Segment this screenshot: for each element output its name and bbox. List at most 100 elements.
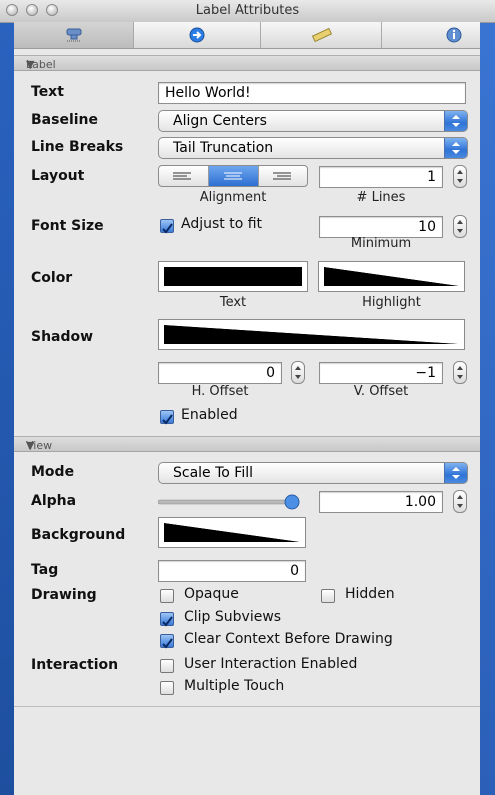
tab-size[interactable] <box>261 22 382 48</box>
alpha-stepper[interactable] <box>453 490 467 513</box>
text-color-caption: Text <box>219 295 247 310</box>
popup-arrows-icon <box>444 111 467 131</box>
align-center-icon <box>224 172 242 180</box>
clear-context-checkbox[interactable] <box>160 634 174 649</box>
window-title: Label Attributes <box>195 3 300 18</box>
alpha-label: Alpha <box>31 493 77 509</box>
view-section-title: View <box>26 439 53 452</box>
lines-field[interactable]: 1 <box>319 166 443 188</box>
label-section-header[interactable]: ▼ Label <box>14 55 480 71</box>
info-icon <box>446 27 462 43</box>
layout-label: Layout <box>31 168 85 184</box>
user-interaction-checkbox[interactable] <box>160 659 174 673</box>
background-label: Background <box>31 527 126 543</box>
attributes-icon <box>66 28 82 42</box>
shadow-enabled-label: Enabled <box>181 407 238 423</box>
baseline-value: Align Centers <box>173 113 267 129</box>
highlight-color-well[interactable] <box>318 261 465 292</box>
adjust-to-fit-label: Adjust to fit <box>181 216 263 232</box>
alpha-field[interactable]: 1.00 <box>319 491 443 513</box>
baseline-label: Baseline <box>31 112 99 128</box>
text-label: Text <box>31 84 64 100</box>
tab-info[interactable] <box>382 22 480 48</box>
inspector-window: Label Attributes ▼ Label Text Hello Worl… <box>0 0 495 795</box>
h-offset-stepper[interactable] <box>291 361 305 384</box>
minimum-stepper[interactable] <box>453 215 467 238</box>
opaque-label: Opaque <box>184 586 239 602</box>
v-offset-stepper[interactable] <box>453 361 467 384</box>
minimum-font-field[interactable]: 10 <box>319 216 443 238</box>
align-left-button[interactable] <box>159 166 209 186</box>
tab-connections[interactable] <box>134 22 261 48</box>
align-right-icon <box>273 172 291 180</box>
label-section-title: Label <box>26 58 56 71</box>
h-offset-field[interactable]: 0 <box>158 362 282 384</box>
v-offset-field[interactable]: −1 <box>319 362 443 384</box>
v-offset-caption: V. Offset <box>353 384 409 399</box>
h-offset-caption: H. Offset <box>191 384 249 399</box>
multiple-touch-checkbox[interactable] <box>160 681 174 695</box>
line-breaks-popup[interactable]: Tail Truncation <box>158 137 468 159</box>
mode-label: Mode <box>31 464 75 480</box>
tag-label: Tag <box>31 562 59 578</box>
opaque-checkbox[interactable] <box>160 589 174 603</box>
checkmark-icon <box>162 414 173 425</box>
text-field[interactable]: Hello World! <box>158 82 466 104</box>
view-section-header[interactable]: ▼ View <box>14 436 480 452</box>
size-ruler-icon <box>311 27 333 43</box>
clip-subviews-checkbox[interactable] <box>160 612 174 627</box>
stepper-arrows-icon <box>457 220 463 233</box>
highlight-color-caption: Highlight <box>362 295 421 310</box>
checkmark-icon <box>162 638 173 649</box>
alpha-slider-knob[interactable] <box>284 494 300 510</box>
lines-stepper[interactable] <box>453 165 467 188</box>
checkmark-icon <box>162 616 173 627</box>
baseline-popup[interactable]: Align Centers <box>158 110 468 132</box>
mode-popup[interactable]: Scale To Fill <box>158 462 468 484</box>
multiple-touch-label: Multiple Touch <box>184 678 285 694</box>
stepper-arrows-icon <box>457 366 463 379</box>
shadow-enabled-checkbox[interactable] <box>160 410 174 425</box>
clip-subviews-label: Clip Subviews <box>184 609 282 625</box>
title-bar[interactable]: Label Attributes <box>0 0 495 23</box>
drawing-label: Drawing <box>31 587 97 603</box>
text-color-swatch <box>164 267 302 286</box>
stepper-arrows-icon <box>295 366 301 379</box>
hidden-checkbox[interactable] <box>321 589 335 603</box>
alignment-segmented-control <box>158 165 308 187</box>
align-left-icon <box>173 172 191 180</box>
shadow-color-swatch <box>164 325 459 344</box>
lines-caption: # Lines <box>356 190 406 205</box>
font-size-label: Font Size <box>31 218 104 234</box>
background-color-well[interactable] <box>158 517 306 548</box>
text-color-well[interactable] <box>158 261 308 292</box>
mode-value: Scale To Fill <box>173 465 254 481</box>
alpha-slider[interactable] <box>158 491 306 513</box>
line-breaks-label: Line Breaks <box>31 139 124 155</box>
shadow-label: Shadow <box>31 329 94 345</box>
user-interaction-label: User Interaction Enabled <box>184 656 358 672</box>
highlight-color-swatch <box>324 267 459 286</box>
interaction-label: Interaction <box>31 657 119 673</box>
stepper-arrows-icon <box>457 495 463 508</box>
hidden-label: Hidden <box>345 586 395 602</box>
shadow-color-well[interactable] <box>158 319 465 350</box>
adjust-to-fit-checkbox[interactable] <box>160 219 174 234</box>
tab-attributes[interactable] <box>14 22 134 48</box>
alignment-caption: Alignment <box>199 190 267 205</box>
checkmark-icon <box>162 223 173 234</box>
background-color-swatch <box>164 523 300 542</box>
line-breaks-value: Tail Truncation <box>173 140 274 156</box>
align-right-button[interactable] <box>259 166 307 186</box>
stepper-arrows-icon <box>457 170 463 183</box>
align-center-button[interactable] <box>209 166 259 186</box>
color-label: Color <box>31 270 73 286</box>
tag-field[interactable]: 0 <box>158 560 306 582</box>
popup-arrows-icon <box>444 138 467 158</box>
minimum-caption: Minimum <box>350 236 412 251</box>
clear-context-label: Clear Context Before Drawing <box>184 631 393 647</box>
inspector-toolbar <box>14 22 480 49</box>
connections-icon <box>189 27 205 43</box>
popup-arrows-icon <box>444 463 467 483</box>
section-divider <box>14 706 480 707</box>
